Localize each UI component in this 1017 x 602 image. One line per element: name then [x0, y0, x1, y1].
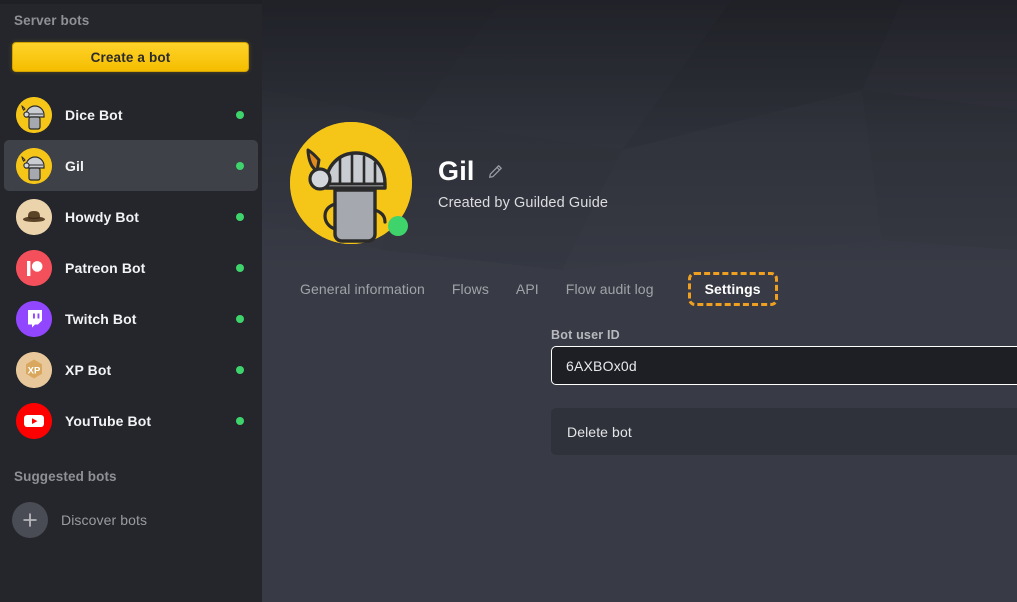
xp-badge-icon: XP	[16, 351, 52, 388]
gil-knight-icon	[16, 96, 52, 133]
sidebar-item-discover-bots[interactable]: Discover bots	[0, 499, 262, 541]
bot-profile-text: Gil Created by Guilded Guide	[438, 156, 608, 211]
status-dot-online	[236, 110, 244, 119]
sidebar-item-label: Twitch Bot	[65, 310, 137, 327]
gil-knight-icon	[16, 147, 52, 184]
presence-indicator-online	[388, 216, 408, 236]
create-a-bot-button[interactable]: Create a bot	[12, 42, 249, 72]
bot-user-id-value[interactable]: 6AXBOx0d	[566, 358, 1017, 374]
bot-user-id-label: Bot user ID	[551, 328, 620, 342]
page-title: Gil	[438, 155, 475, 186]
bot-detail-panel: Gil Created by Guilded Guide General inf…	[262, 0, 1017, 602]
tab-general-information[interactable]: General information	[300, 276, 425, 302]
status-dot-online	[236, 416, 244, 425]
status-dot-online	[236, 365, 244, 374]
delete-bot-panel: Delete bot Delete	[551, 408, 1017, 455]
status-dot-online	[236, 161, 244, 170]
sidebar-item-label: Dice Bot	[65, 106, 123, 123]
suggested-bots-section-label: Suggested bots	[14, 469, 117, 484]
status-dot-online	[236, 263, 244, 272]
tab-settings[interactable]: Settings	[705, 281, 761, 297]
svg-text:XP: XP	[28, 365, 41, 376]
youtube-icon	[16, 402, 52, 439]
tab-api[interactable]: API	[516, 276, 539, 302]
bot-user-id-field[interactable]: 6AXBOx0d Copy	[551, 346, 1017, 385]
sidebar-item-xp-bot[interactable]: XP XP Bot	[4, 344, 258, 395]
sidebar-item-label: Patreon Bot	[65, 259, 146, 276]
settings-tab-highlight-box: Settings	[687, 272, 778, 306]
bot-profile-header: Gil Created by Guilded Guide	[290, 122, 608, 244]
sidebar-item-patreon-bot[interactable]: Patreon Bot	[4, 242, 258, 293]
sidebar-item-youtube-bot[interactable]: YouTube Bot	[4, 395, 258, 446]
tab-flows[interactable]: Flows	[452, 276, 489, 302]
sidebar-top-strip	[0, 0, 262, 4]
bot-tabs: General information Flows API Flow audit…	[300, 272, 778, 306]
server-bots-section-label: Server bots	[14, 13, 90, 28]
status-dot-online	[236, 314, 244, 323]
sidebar-item-gil[interactable]: Gil	[4, 140, 258, 191]
create-a-bot-label: Create a bot	[90, 49, 171, 65]
discover-bots-label: Discover bots	[61, 512, 148, 528]
bot-name-row: Gil	[438, 156, 608, 187]
gil-knight-avatar[interactable]	[290, 122, 412, 244]
delete-bot-label: Delete bot	[567, 423, 632, 440]
sidebar-item-label: YouTube Bot	[65, 412, 152, 429]
sidebar-item-twitch-bot[interactable]: Twitch Bot	[4, 293, 258, 344]
bots-settings-screen: Server bots Create a bot Dice Bot Gil Ho…	[0, 0, 1017, 602]
bot-created-by: Created by Guilded Guide	[438, 194, 609, 211]
server-bots-list: Dice Bot Gil Howdy Bot Patreon Bot Twitc…	[0, 89, 262, 446]
bots-sidebar: Server bots Create a bot Dice Bot Gil Ho…	[0, 0, 262, 602]
sidebar-item-dice-bot[interactable]: Dice Bot	[4, 89, 258, 140]
plus-icon	[12, 502, 48, 538]
sidebar-item-label: Gil	[65, 157, 84, 174]
patreon-icon	[16, 249, 52, 286]
tab-flow-audit-log[interactable]: Flow audit log	[566, 276, 654, 302]
twitch-icon	[16, 300, 52, 337]
pencil-icon[interactable]	[487, 163, 504, 180]
sidebar-item-label: Howdy Bot	[65, 208, 140, 225]
sidebar-item-howdy-bot[interactable]: Howdy Bot	[4, 191, 258, 242]
sidebar-item-label: XP Bot	[65, 361, 112, 378]
cowboy-hat-icon	[16, 198, 52, 235]
status-dot-online	[236, 212, 244, 221]
